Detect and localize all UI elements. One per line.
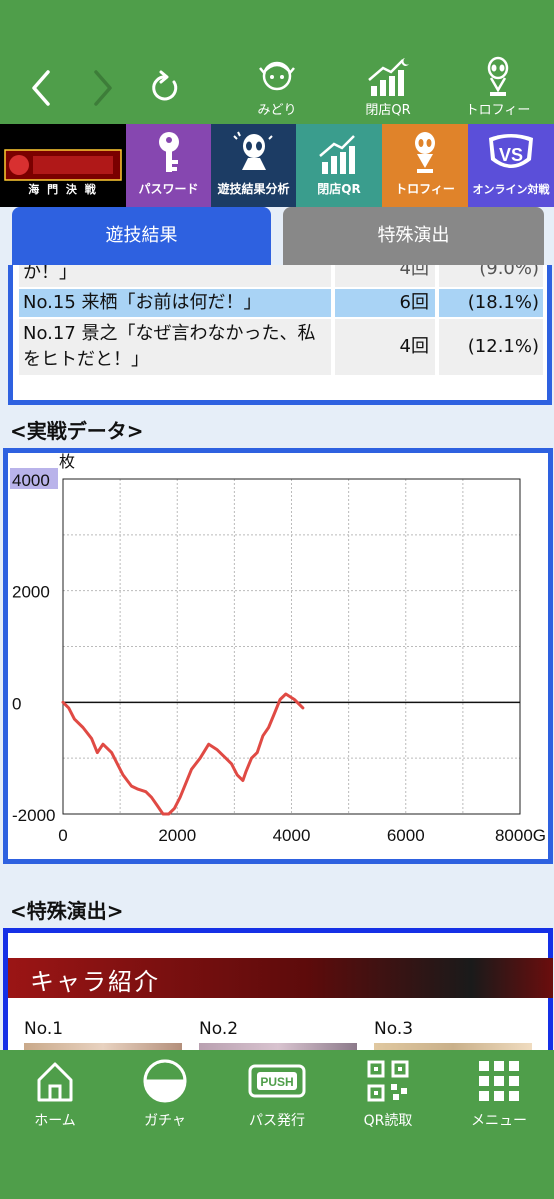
tile-password-label: パスワード	[138, 182, 199, 196]
chara-thumbnail[interactable]	[24, 1043, 182, 1050]
y-tick-label: 4000	[12, 471, 50, 490]
svg-text:VS: VS	[499, 145, 523, 165]
chara-label-2: No.2	[199, 1019, 239, 1039]
header-trophy-button[interactable]: トロフィー	[453, 56, 543, 120]
nav-menu-label: メニュー	[471, 1113, 527, 1129]
tile-closing-qr[interactable]: 閉店QR	[296, 124, 382, 207]
table-row: か！」 4回 (9.0%)	[19, 265, 543, 287]
y-tick-label: -2000	[12, 806, 55, 825]
gacha-capsule-icon	[143, 1059, 187, 1103]
tile-result-analysis[interactable]: 遊技結果分析	[211, 124, 296, 207]
chart-up-icon	[368, 58, 409, 96]
chara-label-1: No.1	[24, 1019, 64, 1039]
y-tick-label: 0	[12, 694, 21, 713]
result-name-line2: をヒトだと！」	[23, 349, 149, 370]
special-effect-panel: キャラ紹介 No.1 No.2 No.3	[3, 928, 553, 1050]
chara-intro-title: キャラ紹介	[30, 968, 160, 996]
chara-thumbnail[interactable]	[199, 1043, 357, 1050]
chara-thumbnail[interactable]	[374, 1043, 532, 1050]
result-count: 4回	[335, 265, 435, 287]
result-name: No.17 景之「なぜ言わなかった、私 をヒトだと！」	[19, 319, 331, 375]
header-closing-qr-label: 閉店QR	[365, 103, 411, 118]
chart-up-icon	[319, 135, 355, 174]
x-tick-label: 4000	[273, 826, 311, 845]
x-tick-label: 2000	[158, 826, 196, 845]
x-tick-label: 8000G	[495, 826, 546, 845]
result-table: か！」 4回 (9.0%) No.15 来栖「お前は何だ！」 6回 (18.1%…	[8, 265, 552, 405]
bottom-nav: ホーム ガチャ PUSH パス発行 QR読取 メニュー	[0, 1050, 554, 1199]
home-icon	[37, 1062, 73, 1102]
nav-pass-issue-label: パス発行	[249, 1113, 305, 1129]
trophy-alien-icon	[487, 56, 509, 96]
nav-menu[interactable]: メニュー	[449, 1058, 549, 1138]
back-arrow-icon[interactable]	[22, 62, 62, 112]
midori-character-icon	[259, 61, 295, 91]
nav-pass-issue[interactable]: PUSH パス発行	[227, 1058, 327, 1138]
result-count: 6回	[335, 289, 435, 317]
forward-arrow-icon[interactable]	[82, 62, 122, 112]
y-tick-label: 2000	[12, 583, 50, 602]
tab-bar: 遊技結果 特殊演出	[0, 207, 554, 267]
result-pct: (18.1%)	[439, 289, 543, 317]
tab-special-effect[interactable]: 特殊演出	[283, 207, 544, 265]
tile-result-analysis-label: 遊技結果分析	[217, 182, 290, 196]
tab-play-result[interactable]: 遊技結果	[12, 207, 271, 265]
result-name: か！」	[19, 265, 331, 287]
trophy-alien-icon	[415, 132, 435, 173]
result-name-line1: No.17 景之「なぜ言わなかった、私	[23, 323, 316, 344]
top-header: みどり 閉店QR トロフィー	[0, 0, 554, 124]
x-tick-label: 6000	[387, 826, 425, 845]
nav-gacha[interactable]: ガチャ	[115, 1058, 215, 1138]
key-icon	[158, 132, 179, 172]
table-row: No.15 来栖「お前は何だ！」 6回 (18.1%)	[19, 289, 543, 317]
nav-gacha-label: ガチャ	[144, 1113, 186, 1129]
tile-password[interactable]: パスワード	[126, 124, 211, 207]
qr-code-icon	[367, 1060, 409, 1102]
game-logo-banner[interactable]: 海 門 決 戦	[0, 124, 126, 207]
y-axis-unit-label: 枚	[59, 453, 75, 471]
result-pct: (12.1%)	[439, 319, 543, 375]
tile-closing-qr-label: 閉店QR	[317, 182, 361, 196]
battle-data-heading: <実戦データ>	[10, 419, 144, 443]
alien-analysis-icon	[232, 131, 273, 170]
tab-play-result-label: 遊技結果	[105, 225, 178, 246]
tab-special-effect-label: 特殊演出	[377, 225, 450, 246]
game-logo-text: 海 門 決 戦	[28, 183, 98, 196]
line-chart: 枚400020000-20000 2000 4000 6000 8000G	[10, 453, 546, 845]
table-row: No.17 景之「なぜ言わなかった、私 をヒトだと！」 4回 (12.1%)	[19, 319, 543, 375]
series-line	[61, 692, 305, 816]
x-tick-label: 0	[58, 826, 67, 845]
header-trophy-label: トロフィー	[465, 103, 531, 118]
header-midori-button[interactable]: みどり	[232, 56, 322, 120]
chara-intro-banner: キャラ紹介	[8, 958, 553, 998]
tile-online-battle[interactable]: VS オンライン対戦	[468, 124, 554, 207]
reload-icon[interactable]	[146, 62, 186, 112]
svg-text:PUSH: PUSH	[260, 1075, 293, 1089]
menu-bar: 海 門 決 戦 パスワード 遊技結果分析 閉店QR トロフィー VS オンライン…	[0, 124, 554, 207]
special-effect-heading: <特殊演出>	[10, 899, 124, 923]
result-name: No.15 来栖「お前は何だ！」	[19, 289, 331, 317]
header-midori-label: みどり	[257, 103, 297, 118]
header-closing-qr-button[interactable]: 閉店QR	[343, 56, 433, 120]
tile-trophy[interactable]: トロフィー	[382, 124, 468, 207]
content-area: 遊技結果 特殊演出 か！」 4回 (9.0%) No.15 来栖「お前は何だ！」…	[0, 207, 554, 1050]
vs-shield-icon: VS	[489, 134, 533, 168]
battle-data-chart: 枚 4000 2000 0 -2000 0 2000 4000 6000 8000G	[3, 448, 553, 864]
nav-home-label: ホーム	[34, 1113, 76, 1129]
push-ticket-icon: PUSH	[248, 1064, 306, 1098]
tile-trophy-label: トロフィー	[395, 182, 455, 196]
nav-qr-read-label: QR読取	[363, 1113, 413, 1129]
nav-home[interactable]: ホーム	[5, 1058, 105, 1138]
chara-label-3: No.3	[374, 1019, 414, 1039]
result-count: 4回	[335, 319, 435, 375]
result-pct: (9.0%)	[439, 265, 543, 287]
tile-online-battle-label: オンライン対戦	[472, 183, 550, 196]
grid-menu-icon	[479, 1061, 519, 1101]
nav-qr-read[interactable]: QR読取	[338, 1058, 438, 1138]
